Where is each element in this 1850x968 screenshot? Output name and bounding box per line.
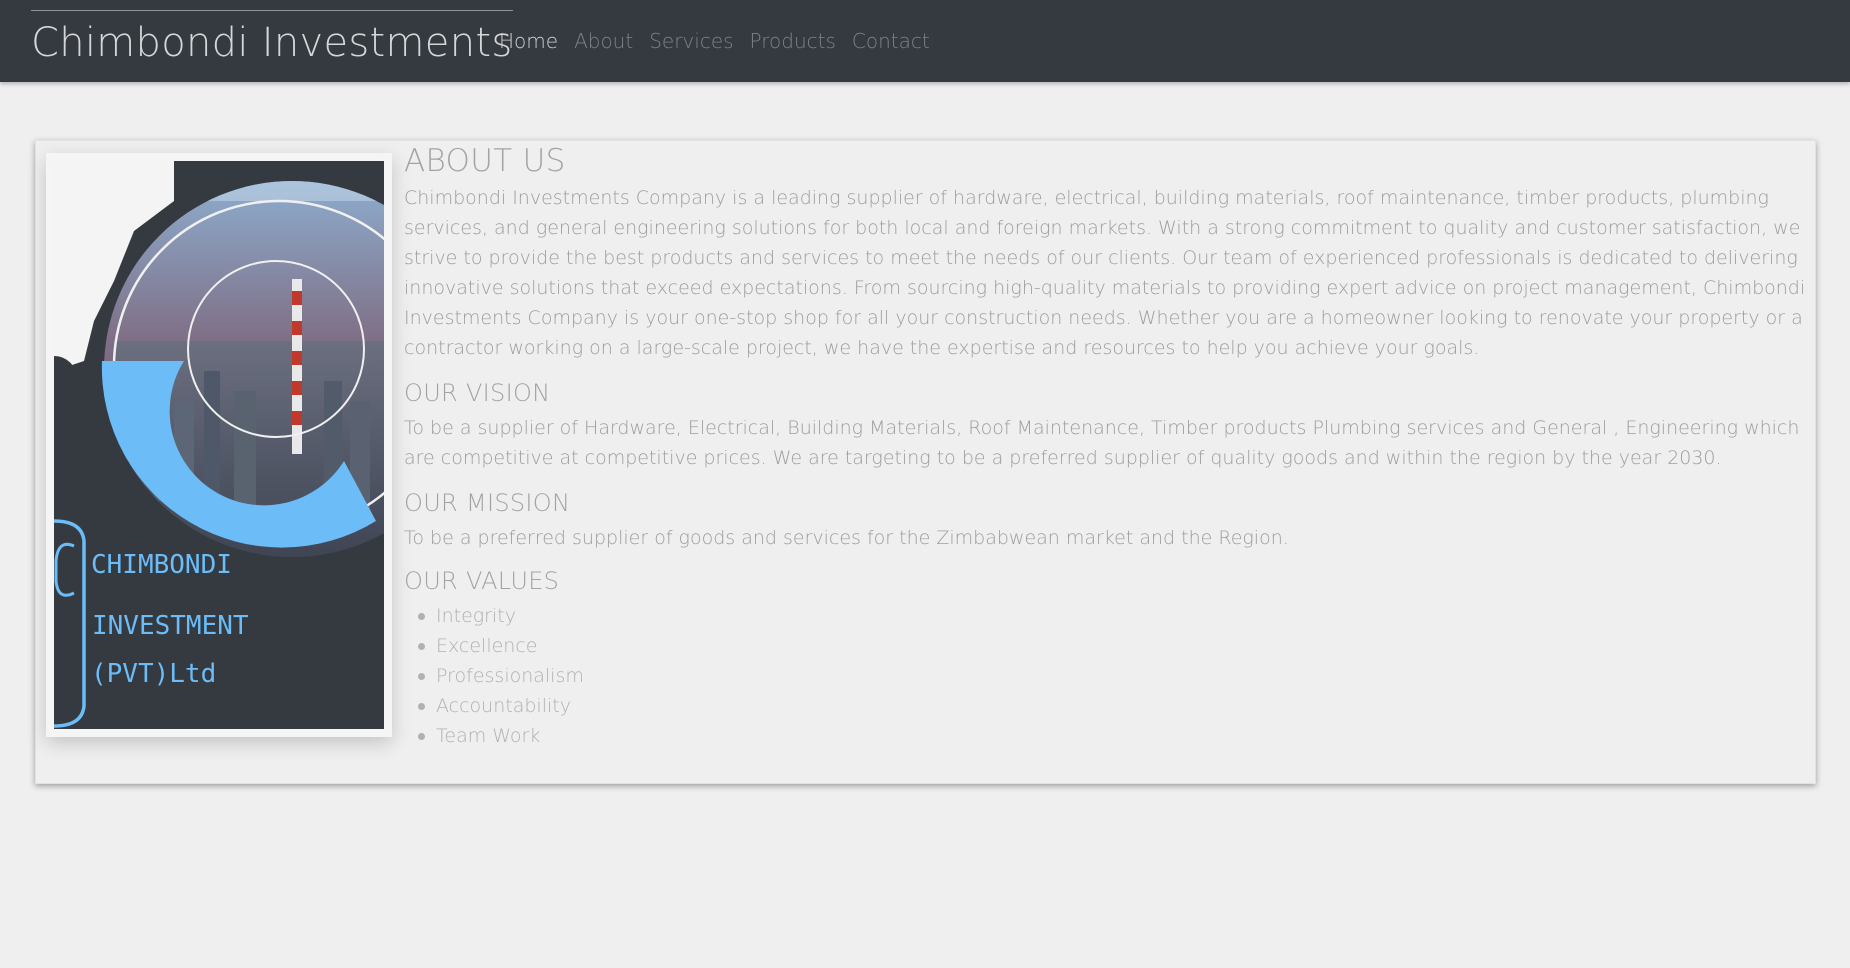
value-item: Team Work	[418, 721, 1809, 751]
bullet-icon	[418, 702, 425, 710]
value-label: Team Work	[436, 725, 541, 747]
value-item: Professionalism	[418, 661, 1809, 691]
nav-link-products[interactable]: Products	[750, 29, 836, 53]
values-list: Integrity Excellence Professionalism Acc…	[418, 601, 1809, 751]
about-content: ABOUT US Chimbondi Investments Company i…	[404, 141, 1809, 751]
value-item: Accountability	[418, 691, 1809, 721]
nav-item-services: Services	[649, 27, 733, 55]
nav-link-services[interactable]: Services	[649, 29, 733, 53]
mission-text: To be a preferred supplier of goods and …	[404, 527, 1289, 549]
company-logo-image: CHIMBONDI INVESTMENT (PVT)Ltd	[54, 161, 384, 729]
values-title: OUR VALUES	[404, 567, 560, 595]
about-title: ABOUT US	[404, 143, 566, 179]
logo-line1: CHIMBONDI	[91, 550, 232, 580]
about-card: CHIMBONDI INVESTMENT (PVT)Ltd ABOUT US C…	[35, 140, 1816, 784]
nav-item-products: Products	[750, 27, 836, 55]
nav-item-contact: Contact	[852, 27, 930, 55]
company-logo-frame: CHIMBONDI INVESTMENT (PVT)Ltd	[46, 153, 392, 737]
nav-link-about[interactable]: About	[574, 29, 633, 53]
bullet-icon	[418, 642, 425, 650]
brand-link[interactable]: Chimbondi Investments	[31, 10, 513, 69]
value-label: Professionalism	[436, 665, 584, 687]
bullet-icon	[418, 672, 425, 680]
top-navbar: Chimbondi Investments Home About Service…	[0, 0, 1850, 82]
nav-link-contact[interactable]: Contact	[852, 29, 930, 53]
nav-item-about: About	[574, 27, 633, 55]
value-item: Excellence	[418, 631, 1809, 661]
logo-line3: (PVT)Ltd	[91, 659, 216, 689]
nav-item-home: Home	[499, 27, 558, 55]
bullet-icon	[418, 612, 425, 620]
nav-menu: Home About Services Products Contact	[499, 27, 930, 55]
about-text: Chimbondi Investments Company is a leadi…	[404, 187, 1806, 359]
bullet-icon	[418, 732, 425, 740]
nav-link-home[interactable]: Home	[499, 29, 558, 53]
value-label: Accountability	[436, 695, 571, 717]
logo-line2: INVESTMENT	[92, 611, 249, 641]
value-item: Integrity	[418, 601, 1809, 631]
vision-text: To be a supplier of Hardware, Electrical…	[404, 417, 1800, 469]
value-label: Excellence	[436, 635, 538, 657]
mission-title: OUR MISSION	[404, 489, 571, 517]
vision-title: OUR VISION	[404, 379, 551, 407]
value-label: Integrity	[436, 605, 516, 627]
